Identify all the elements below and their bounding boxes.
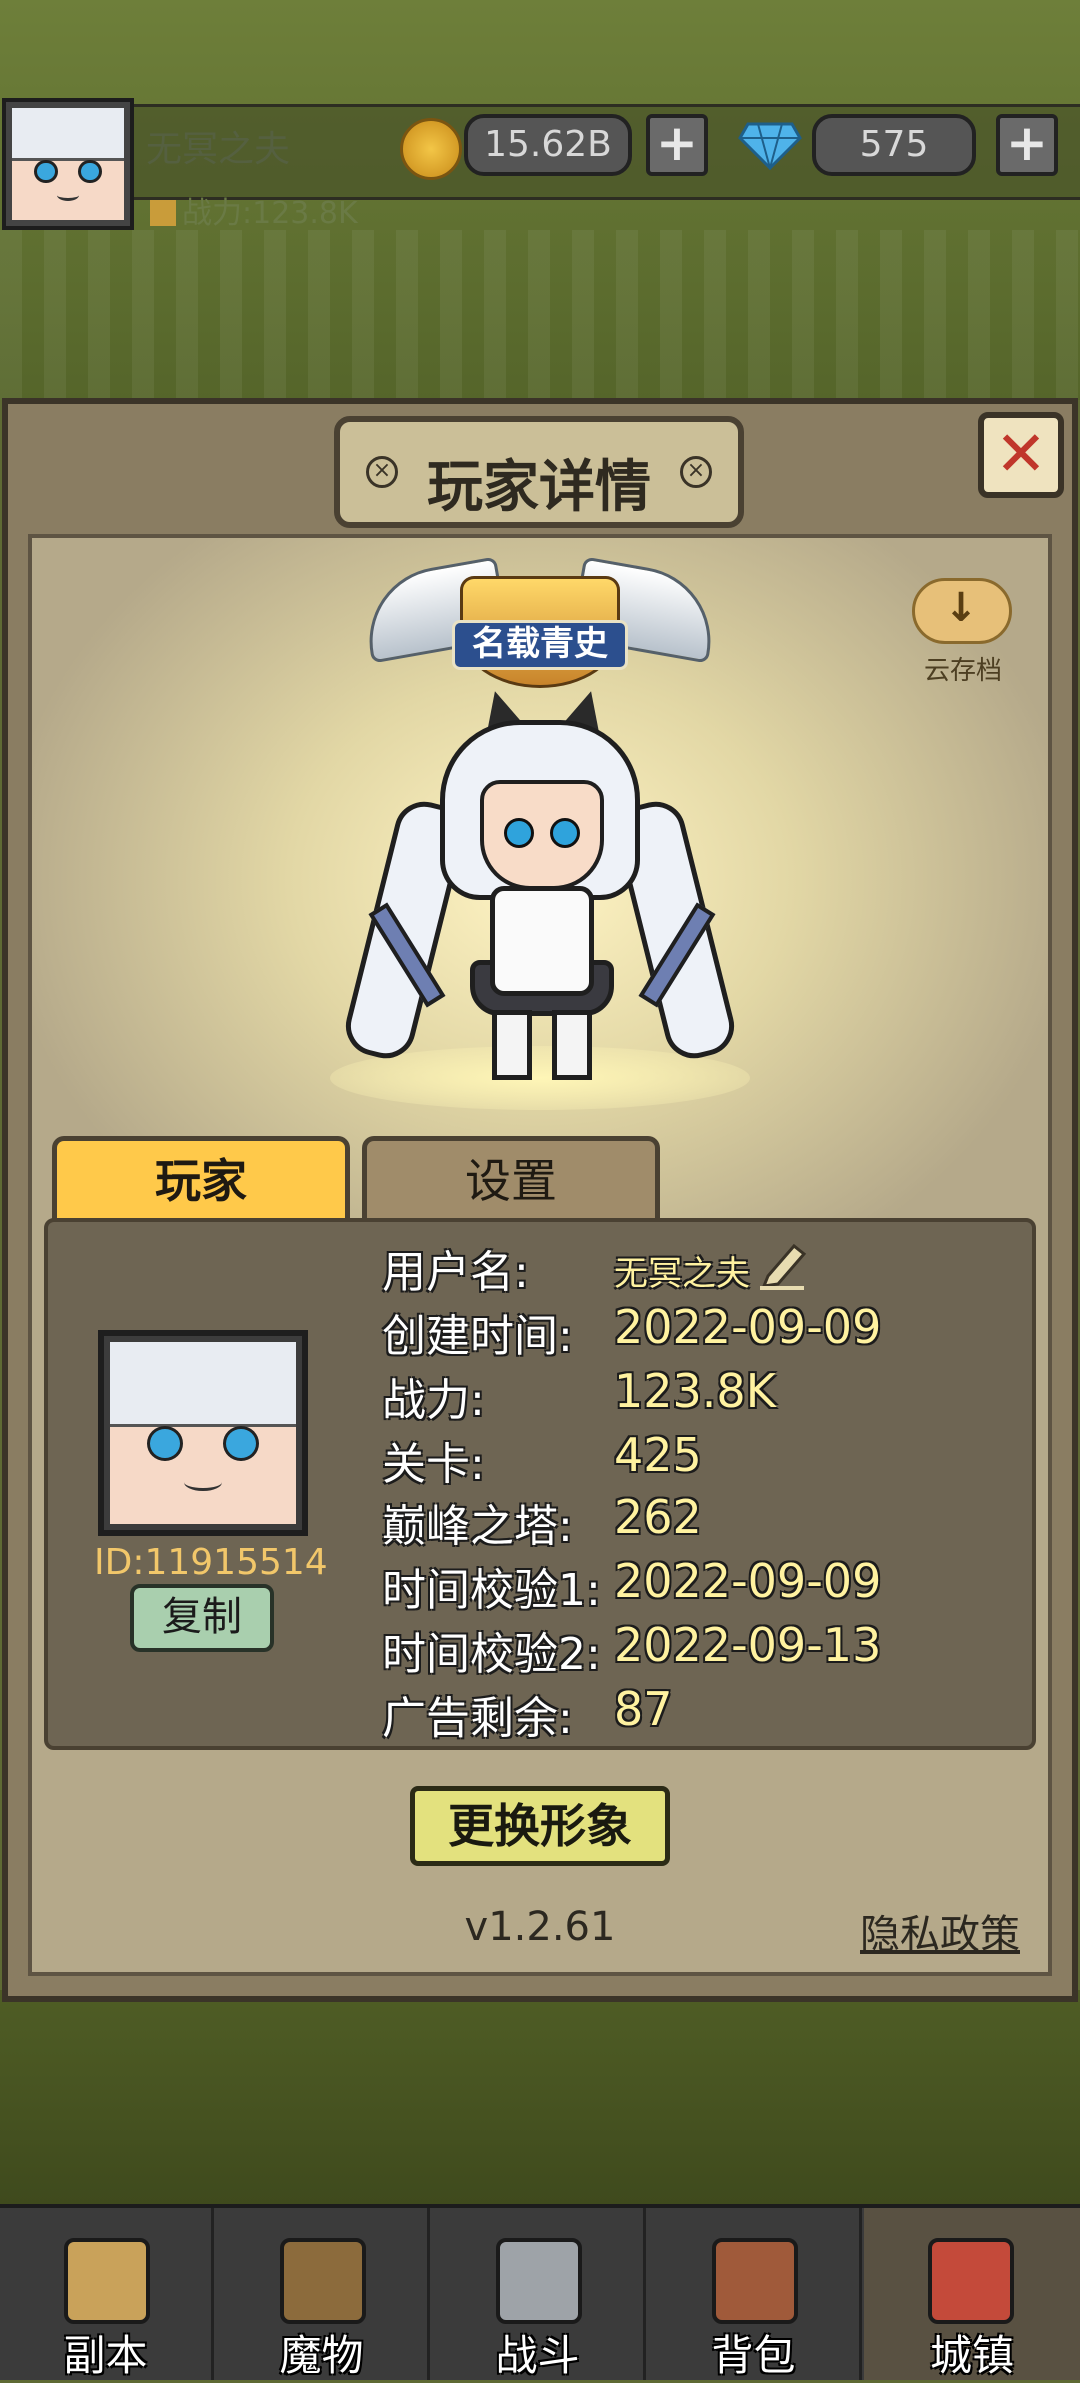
- town-icon: [928, 2238, 1014, 2324]
- add-gold-button[interactable]: +: [646, 114, 708, 176]
- nav-label: 魔物: [279, 2331, 364, 2380]
- player-id: ID:11915514: [94, 1542, 328, 1583]
- avatar-face: [110, 1342, 296, 1524]
- info-row-timecheck1: 时间校验1: 2022-09-09: [382, 1554, 1022, 1616]
- nav-label: 背包: [711, 2331, 796, 2380]
- nav-item-dungeon[interactable]: 副本: [0, 2208, 214, 2380]
- dialog-title: 玩家详情: [427, 455, 651, 520]
- info-value: 2022-09-13: [614, 1618, 882, 1672]
- bottom-nav: 副本 魔物 战斗 背包 城镇: [0, 2204, 1080, 2380]
- diamond-icon: [738, 122, 802, 170]
- info-value: 2022-09-09: [614, 1300, 882, 1354]
- info-key: 时间校验1:: [382, 1565, 601, 1616]
- info-key: 用户名:: [382, 1247, 529, 1298]
- nav-label: 城镇: [929, 2331, 1014, 2380]
- title-badge-label: 名载青史: [452, 620, 628, 670]
- nav-item-monster[interactable]: 魔物: [216, 2208, 430, 2380]
- background-bottom: [0, 1990, 1080, 2206]
- edit-pencil-icon[interactable]: [754, 1238, 810, 1290]
- power-label: 战力:123.8K: [182, 196, 358, 231]
- close-button[interactable]: ✕: [978, 412, 1064, 498]
- info-value: 87: [614, 1682, 673, 1736]
- info-value: 2022-09-09: [614, 1554, 882, 1608]
- nav-item-battle[interactable]: 战斗: [432, 2208, 646, 2380]
- add-gem-button[interactable]: +: [996, 114, 1058, 176]
- change-avatar-button[interactable]: 更换形象: [410, 1786, 670, 1866]
- avatar-face: [12, 108, 124, 220]
- privacy-policy-link[interactable]: 隐私政策: [860, 1902, 1020, 1960]
- power-display: 战力:123.8K: [150, 188, 358, 232]
- player-avatar-small[interactable]: [2, 98, 134, 230]
- info-key: 战力:: [382, 1375, 485, 1426]
- nav-label: 战斗: [495, 2331, 580, 2380]
- info-key: 创建时间:: [382, 1311, 573, 1362]
- cloud-save-button[interactable]: ↓ 云存档: [908, 570, 1018, 690]
- info-key: 巅峰之塔:: [382, 1501, 573, 1552]
- info-row-power: 战力: 123.8K: [382, 1364, 1022, 1426]
- top-bar: 无冥之夫 战力:123.8K 15.62B + 575 +: [0, 98, 1080, 236]
- version-label: v1.2.61: [464, 1904, 616, 1950]
- power-icon: [150, 200, 176, 226]
- info-row-created: 创建时间: 2022-09-09: [382, 1300, 1022, 1362]
- gem-amount: 575: [812, 114, 976, 176]
- cloud-save-label: 云存档: [923, 656, 1002, 686]
- info-value: 262: [614, 1490, 702, 1544]
- tab-settings[interactable]: 设置: [362, 1136, 660, 1224]
- info-value: 123.8K: [614, 1364, 776, 1418]
- info-row-timecheck2: 时间校验2: 2022-09-13: [382, 1618, 1022, 1680]
- gold-coin-icon: [400, 118, 462, 180]
- player-avatar-large: [98, 1330, 308, 1536]
- rivet-icon: ×: [680, 456, 712, 488]
- info-row-ads-remaining: 广告剩余: 87: [382, 1682, 1022, 1744]
- player-character: [330, 682, 750, 1110]
- crossed-swords-icon: [496, 2238, 582, 2324]
- info-key: 关卡:: [382, 1439, 485, 1490]
- backpack-icon: [712, 2238, 798, 2324]
- copy-id-button[interactable]: 复制: [130, 1584, 274, 1652]
- info-row-tower: 巅峰之塔: 262: [382, 1490, 1022, 1552]
- info-key: 时间校验2:: [382, 1629, 601, 1680]
- player-name: 无冥之夫: [146, 129, 291, 170]
- background-grass: [0, 230, 1080, 400]
- nav-item-town[interactable]: 城镇: [864, 2208, 1080, 2380]
- nav-label: 副本: [63, 2331, 148, 2380]
- download-arrow-icon: ↓: [944, 585, 978, 631]
- map-icon: [64, 2238, 150, 2324]
- dialog-title-plate: × 玩家详情 ×: [334, 416, 744, 528]
- nav-item-backpack[interactable]: 背包: [648, 2208, 862, 2380]
- title-badge: 名载青史: [357, 556, 723, 702]
- info-value: 425: [614, 1428, 702, 1482]
- info-row-stage: 关卡: 425: [382, 1428, 1022, 1490]
- info-row-username: 用户名: 无冥之夫: [382, 1236, 1022, 1298]
- monster-icon: [280, 2238, 366, 2324]
- tab-player[interactable]: 玩家: [52, 1136, 350, 1224]
- gold-amount: 15.62B: [464, 114, 632, 176]
- username-value: 无冥之夫: [614, 1254, 750, 1294]
- info-key: 广告剩余:: [382, 1693, 573, 1744]
